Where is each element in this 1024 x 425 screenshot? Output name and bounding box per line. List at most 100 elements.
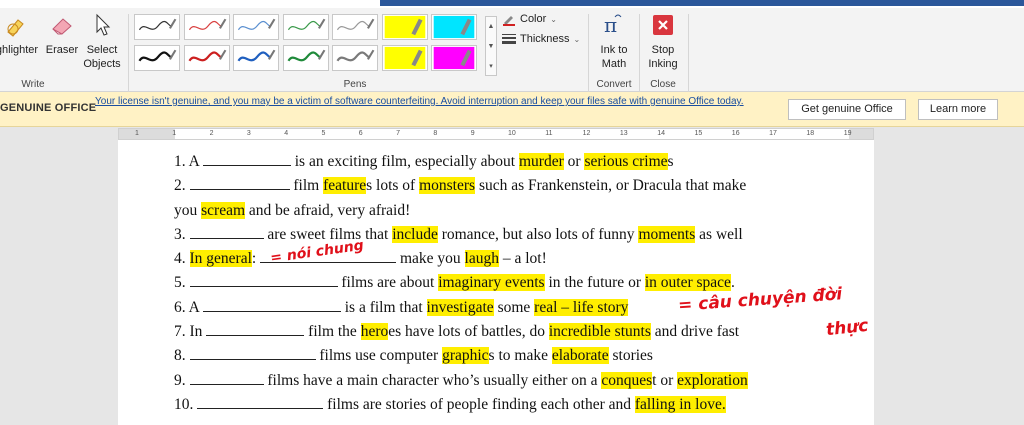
highlighter-icon: [7, 19, 24, 37]
write-group-label: Write: [21, 79, 45, 90]
pen-swatch[interactable]: [233, 14, 279, 40]
close-group-label: Close: [650, 79, 676, 90]
ruler-tick-label: 10: [508, 130, 516, 137]
answer-blank[interactable]: [206, 322, 305, 337]
document-body[interactable]: 1. A is an exciting film, especially abo…: [174, 150, 854, 417]
exercise-line-9: 9. films have a main character who’s usu…: [174, 371, 748, 389]
answer-blank[interactable]: [202, 152, 291, 166]
highlighter-pen-swatch[interactable]: [381, 14, 428, 40]
ruler-tick-label: 12: [582, 130, 591, 137]
ruler-tick-label: 15: [694, 130, 703, 137]
ruler-tick-label: 17: [769, 130, 777, 137]
stop-inking-button[interactable]: Stop Inking: [642, 12, 684, 71]
highlighter-label: ghlighter: [0, 44, 39, 56]
separator: [639, 14, 640, 92]
stop-label: Stop: [651, 44, 675, 56]
pi-math-icon: π: [604, 13, 622, 37]
ruler-right-margin: [849, 129, 873, 139]
ruler-tick-label: 16: [731, 130, 740, 137]
document-page[interactable]: 1. A is an exciting film, especially abo…: [118, 140, 874, 425]
select-objects-tool[interactable]: Select Objects: [82, 12, 122, 71]
highlighter-pen-swatch[interactable]: [431, 14, 477, 40]
pen-swatch[interactable]: [332, 14, 378, 40]
title-bar-accent: [380, 0, 1024, 6]
pen-swatch[interactable]: [332, 45, 378, 71]
highlighter-pen-swatch[interactable]: [381, 45, 428, 71]
pen-gallery-scroll[interactable]: ▲ ▼ ▾: [485, 16, 497, 76]
ruler-tick-label: 7: [396, 130, 400, 137]
pens-group-label: Pens: [343, 79, 367, 90]
select-label-1: Select: [86, 44, 118, 56]
answer-blank[interactable]: [189, 273, 338, 288]
ruler-left-margin: [119, 129, 175, 139]
ruler-tick-label: 1: [172, 130, 177, 137]
learn-more-button[interactable]: Learn more: [918, 99, 998, 120]
infobar-title: GENUINE OFFICE: [0, 102, 97, 114]
answer-blank[interactable]: [189, 346, 316, 361]
math-label: Math: [601, 58, 627, 70]
get-genuine-office-button[interactable]: Get genuine Office: [788, 99, 906, 120]
eraser-icon: [52, 18, 72, 35]
ruler-tick-label: 13: [619, 130, 628, 137]
exercise-line-1: 1. A is an exciting film, especially abo…: [174, 152, 674, 170]
separator: [688, 14, 689, 92]
select-label-2: Objects: [83, 58, 121, 70]
answer-blank[interactable]: [202, 298, 341, 312]
ink-to-label: Ink to: [600, 44, 628, 56]
ruler-tick-label: 8: [433, 130, 438, 137]
title-strip: [0, 0, 1024, 8]
ribbon: ghlighter Eraser Select Objects Write ▲ ▼…: [0, 8, 1024, 92]
answer-blank[interactable]: [197, 395, 324, 409]
color-option[interactable]: Color ⌄: [502, 12, 557, 26]
separator: [588, 14, 589, 92]
answer-blank[interactable]: [189, 371, 264, 385]
exercise-line-7: 7. In film the heroes have lots of battl…: [174, 322, 740, 341]
ruler-tick-label: 6: [358, 130, 363, 137]
ruler-tick-label: 5: [321, 130, 326, 137]
ruler-tick-label: 4: [284, 130, 289, 137]
pen-swatch[interactable]: [134, 14, 180, 40]
separator: [128, 14, 129, 92]
exercise-line-3: 3. are sweet films that include romance,…: [174, 225, 743, 243]
ruler-tick-label: 9: [470, 130, 475, 137]
thickness-icon: [502, 34, 516, 44]
chevron-down-icon: ⌄: [573, 34, 581, 44]
pen-swatch[interactable]: [282, 45, 329, 71]
highlighter-tool[interactable]: ghlighter: [0, 12, 42, 57]
ink-to-math-button[interactable]: π Ink to Math: [592, 12, 636, 71]
close-icon: [653, 15, 673, 35]
pen-swatch[interactable]: [183, 14, 230, 40]
pen-swatch[interactable]: [134, 45, 180, 71]
chevron-down-icon: ⌄: [550, 14, 557, 24]
pen-swatch[interactable]: [282, 14, 329, 40]
ink-annotation-thuc[interactable]: thực: [825, 316, 869, 340]
pen-gallery: [134, 14, 486, 76]
exercise-line-10: 10. films are stories of people finding …: [174, 395, 726, 413]
genuine-office-infobar: GENUINE OFFICE Your license isn't genuin…: [0, 92, 1024, 127]
eraser-tool[interactable]: Eraser: [44, 12, 80, 57]
exercise-line-2: 2. film features lots of monsters such a…: [174, 176, 747, 195]
eraser-label: Eraser: [45, 44, 79, 56]
ruler-tick-label: 2: [209, 130, 214, 137]
ruler-tick-label: 3: [246, 130, 251, 137]
pen-swatch[interactable]: [183, 45, 230, 71]
ruler-tick-label: 18: [806, 130, 815, 137]
answer-blank[interactable]: [189, 225, 264, 239]
thickness-label: Thickness: [520, 33, 570, 45]
inking-label: Inking: [648, 58, 678, 70]
pen-swatch[interactable]: [233, 45, 279, 71]
highlighter-pen-swatch[interactable]: [431, 45, 477, 71]
ruler-tick-label: 11: [545, 130, 553, 137]
pen-color-icon: [503, 16, 515, 26]
convert-group-label: Convert: [596, 79, 632, 90]
thickness-option[interactable]: Thickness ⌄: [502, 33, 580, 45]
ruler-tick-label: 19: [843, 130, 852, 137]
answer-blank[interactable]: [189, 176, 290, 191]
ruler-tick-label: 1: [135, 130, 139, 137]
infobar-message-link[interactable]: Your license isn't genuine, and you may …: [95, 95, 775, 108]
cursor-icon: [96, 13, 111, 36]
exercise-line-8: 8. films use computer graphics to make e…: [174, 346, 653, 365]
exercise-line-2-cont: you scream and be afraid, very afraid!: [174, 201, 411, 219]
ruler-tick-label: 14: [657, 130, 665, 137]
horizontal-ruler[interactable]: 1 1 2 3 4 5 6 7 8 9 10 11 12 13 14 15 16 17 18 19: [118, 128, 874, 140]
